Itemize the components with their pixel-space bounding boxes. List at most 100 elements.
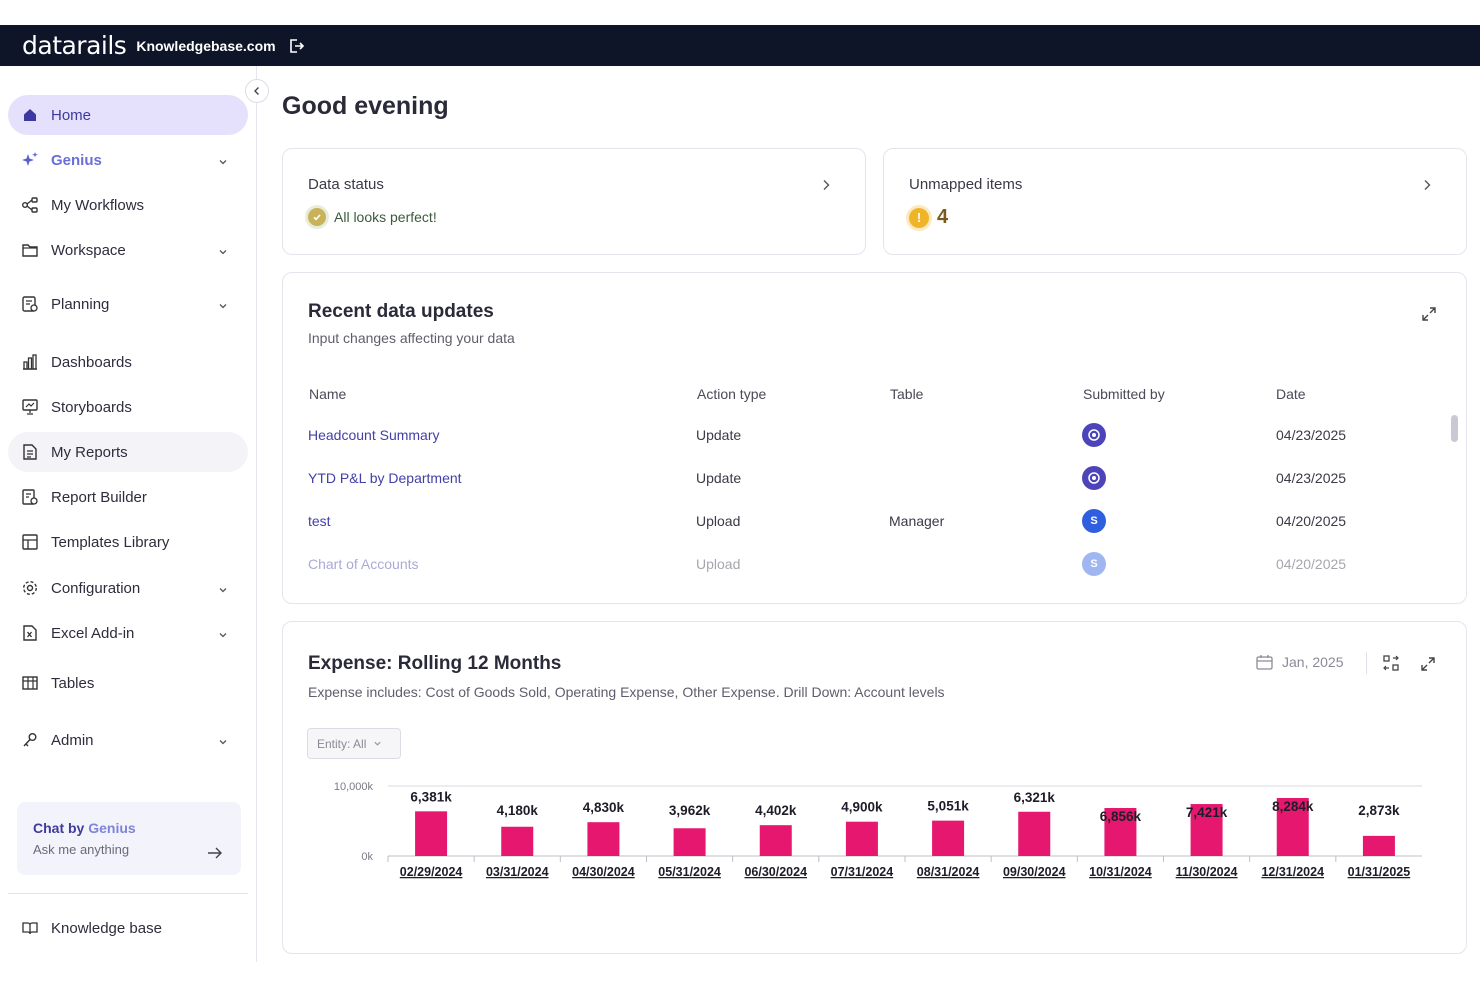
x-tick-label[interactable]: 04/30/2024	[572, 865, 635, 879]
x-tick-label[interactable]: 10/31/2024	[1089, 865, 1152, 879]
bar[interactable]	[845, 821, 878, 856]
x-tick-label[interactable]: 07/31/2024	[831, 865, 894, 879]
column-header-date[interactable]: Date	[1276, 386, 1306, 402]
sidebar-item-my-reports[interactable]: My Reports	[8, 432, 248, 472]
sidebar-item-label: Knowledge base	[51, 919, 162, 937]
y-tick-label: 0k	[361, 851, 373, 863]
table-scrollbar[interactable]	[1451, 415, 1458, 442]
date-value: Jan, 2025	[1282, 654, 1344, 670]
row-action: Upload	[696, 556, 741, 572]
sidebar-item-label: Dashboards	[51, 353, 132, 371]
sidebar-item-planning[interactable]: Planning	[8, 284, 248, 324]
expand-icon[interactable]	[1417, 653, 1439, 675]
data-label: 4,900k	[841, 800, 883, 815]
bar[interactable]	[673, 828, 706, 856]
x-tick-label[interactable]: 02/29/2024	[400, 865, 463, 879]
gear-icon	[20, 578, 40, 598]
data-label: 4,402k	[755, 803, 797, 818]
sidebar-item-knowledge-base[interactable]: Knowledge base	[8, 908, 248, 948]
sidebar-item-label: My Reports	[51, 443, 128, 461]
expense-subtitle: Expense includes: Cost of Goods Sold, Op…	[308, 684, 945, 700]
chat-with-genius[interactable]: Chat by Genius Ask me anything	[17, 802, 241, 875]
sidebar-item-storyboards[interactable]: Storyboards	[8, 387, 248, 427]
avatar	[1082, 466, 1106, 490]
x-tick-label[interactable]: 03/31/2024	[486, 865, 549, 879]
template-icon	[20, 532, 40, 552]
sidebar-item-label: Genius	[51, 151, 102, 169]
sidebar-item-dashboards[interactable]: Dashboards	[8, 342, 248, 382]
sidebar-item-label: Report Builder	[51, 488, 147, 506]
data-status-card[interactable]: Data status All looks perfect!	[282, 148, 866, 255]
sidebar-item-admin[interactable]: Admin	[8, 720, 248, 760]
row-action: Upload	[696, 513, 741, 529]
sidebar-item-workspace[interactable]: Workspace	[8, 230, 248, 270]
row-name[interactable]: test	[308, 513, 331, 529]
column-header-action-type[interactable]: Action type	[697, 386, 766, 402]
chevron-right-icon[interactable]	[1422, 178, 1432, 196]
chevron-down-icon	[218, 154, 228, 171]
bar[interactable]	[759, 825, 792, 856]
entity-filter[interactable]: Entity: All	[307, 728, 401, 759]
bar-chart-icon	[20, 352, 40, 372]
top-strip	[0, 0, 1480, 25]
recent-updates-subtitle: Input changes affecting your data	[308, 330, 515, 346]
data-status-title: Data status	[308, 176, 384, 193]
x-tick-label[interactable]: 08/31/2024	[917, 865, 980, 879]
arrow-right-icon[interactable]	[207, 846, 223, 865]
warning-icon: !	[909, 207, 929, 228]
column-header-name[interactable]: Name	[309, 386, 346, 402]
row-action: Update	[696, 427, 742, 443]
row-table: Manager	[889, 513, 945, 529]
collapse-sidebar-button[interactable]	[245, 79, 269, 103]
data-label: 6,381k	[410, 789, 452, 804]
expand-icon[interactable]	[1418, 303, 1440, 325]
expense-title: Expense: Rolling 12 Months	[308, 653, 562, 674]
unmapped-items-card[interactable]: Unmapped items ! 4	[883, 148, 1467, 255]
x-tick-label[interactable]: 09/30/2024	[1003, 865, 1066, 879]
sidebar-item-tables[interactable]: Tables	[8, 663, 248, 703]
column-header-table[interactable]: Table	[890, 386, 923, 402]
x-tick-label[interactable]: 05/31/2024	[658, 865, 721, 879]
key-icon	[20, 730, 40, 750]
datarails-logo: datarails	[22, 31, 127, 60]
sidebar-item-genius[interactable]: Genius	[8, 140, 248, 180]
sidebar-item-excel-add-in[interactable]: Excel Add-in	[8, 613, 248, 653]
company-name: Knowledgebase.com	[136, 37, 276, 54]
row-name[interactable]: YTD P&L by Department	[308, 470, 462, 486]
x-tick-label[interactable]: 06/30/2024	[744, 865, 807, 879]
bar[interactable]	[415, 811, 448, 856]
avatar: S	[1082, 509, 1106, 533]
sidebar-item-report-builder[interactable]: Report Builder	[8, 477, 248, 517]
sidebar-item-my-workflows[interactable]: My Workflows	[8, 185, 248, 225]
row-date: 04/20/2025	[1276, 556, 1347, 572]
sidebar-item-templates-library[interactable]: Templates Library	[8, 522, 248, 562]
date-picker[interactable]: Jan, 2025	[1256, 654, 1344, 670]
data-label: 2,873k	[1358, 803, 1400, 818]
row-name[interactable]: Chart of Accounts	[308, 556, 419, 572]
bar[interactable]	[932, 820, 965, 856]
chevron-right-icon[interactable]	[821, 178, 831, 196]
check-icon	[308, 208, 326, 226]
bar[interactable]	[1018, 811, 1051, 856]
data-label: 3,962k	[669, 803, 711, 818]
x-tick-label[interactable]: 01/31/2025	[1348, 865, 1411, 879]
status-message: All looks perfect!	[334, 209, 437, 225]
report-icon	[20, 442, 40, 462]
row-name[interactable]: Headcount Summary	[308, 427, 440, 443]
row-date: 04/23/2025	[1276, 427, 1347, 443]
sidebar-item-configuration[interactable]: Configuration	[8, 568, 248, 608]
logout-icon[interactable]	[288, 38, 304, 54]
swap-view-icon[interactable]	[1380, 652, 1402, 674]
x-tick-label[interactable]: 12/31/2024	[1261, 865, 1324, 879]
x-tick-label[interactable]: 11/30/2024	[1176, 865, 1238, 879]
chevron-down-icon	[373, 739, 382, 748]
sidebar-item-home[interactable]: Home	[8, 95, 248, 135]
bar[interactable]	[587, 822, 620, 856]
report-builder-icon	[20, 487, 40, 507]
bar[interactable]	[1362, 835, 1395, 856]
bar[interactable]	[501, 826, 534, 856]
column-header-submitted-by[interactable]: Submitted by	[1083, 386, 1165, 402]
sidebar-item-label: Configuration	[51, 579, 141, 597]
sparkle-icon	[20, 150, 40, 170]
chat-input-placeholder[interactable]: Ask me anything	[33, 842, 225, 857]
